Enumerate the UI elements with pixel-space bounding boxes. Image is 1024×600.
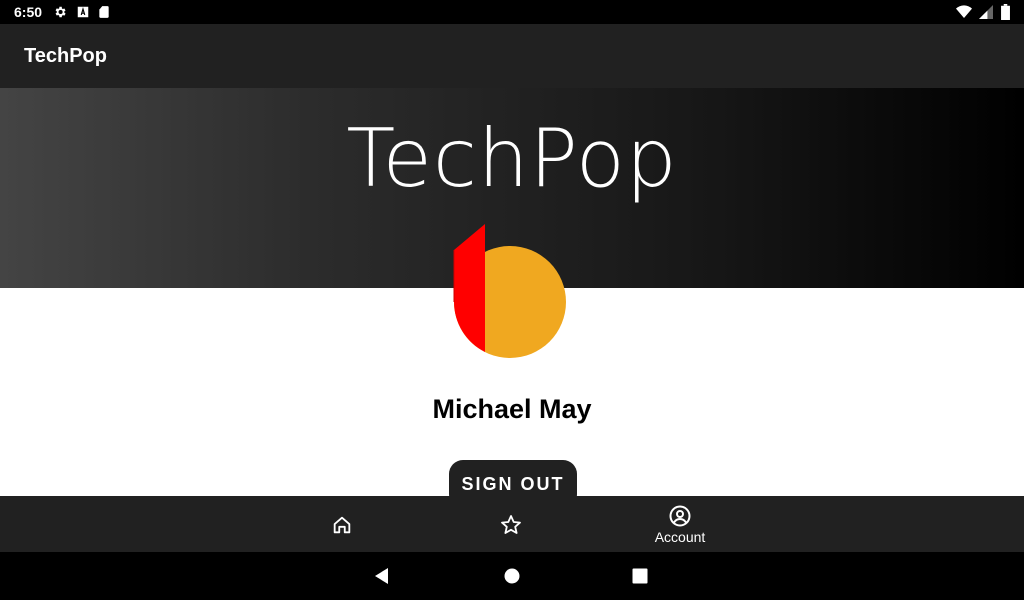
- home-icon: [333, 516, 351, 534]
- cell-signal-icon: [979, 5, 993, 19]
- sd-card-icon: [99, 6, 109, 18]
- bottom-navigation: Account: [0, 496, 1024, 552]
- home-circle-icon[interactable]: [502, 566, 522, 586]
- status-time: 6:50: [14, 4, 43, 20]
- system-navigation-bar: [0, 552, 1024, 600]
- header-title: TechPop: [346, 112, 678, 205]
- star-icon: [501, 515, 521, 534]
- status-bar: 6:50: [0, 0, 1024, 24]
- gear-icon: [55, 6, 66, 18]
- nav-label-account: Account: [654, 529, 706, 545]
- sign-out-button[interactable]: SIGN OUT: [449, 460, 577, 496]
- app-bar: TechPop: [0, 24, 1024, 88]
- recents-icon[interactable]: [630, 566, 650, 586]
- battery-icon: [1001, 4, 1010, 20]
- wifi-icon: [956, 5, 972, 18]
- account-icon: [669, 505, 691, 527]
- nav-item-account[interactable]: Account: [620, 496, 740, 552]
- back-icon[interactable]: [372, 566, 392, 586]
- font-a-icon: [77, 6, 89, 18]
- nav-item-favorites[interactable]: [451, 496, 571, 552]
- nav-item-home[interactable]: [282, 496, 402, 552]
- app-title: TechPop: [24, 45, 107, 67]
- user-name: Michael May: [432, 394, 592, 424]
- avatar[interactable]: [452, 222, 568, 360]
